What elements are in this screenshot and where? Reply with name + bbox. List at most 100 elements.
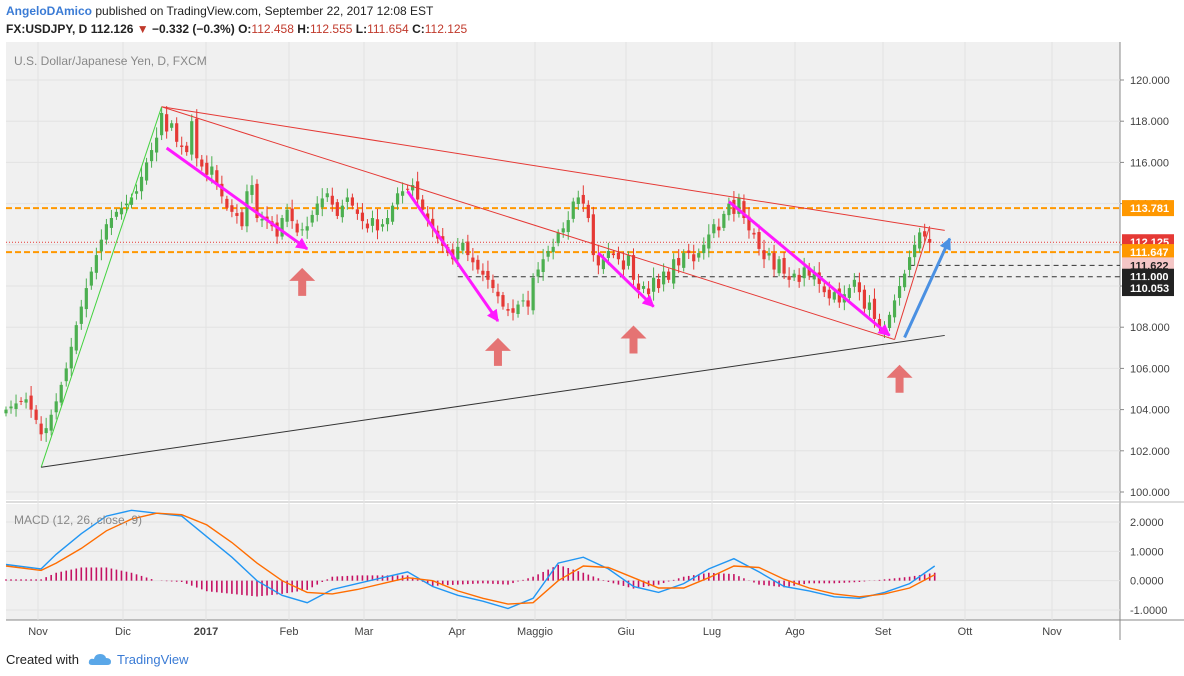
candle-body [847,288,851,298]
candle-body [576,197,580,205]
candle-body [717,226,721,231]
candle-body [802,267,806,279]
candle-body [421,199,425,210]
candle-body [250,185,254,195]
x-tick-label: Set [875,626,892,638]
x-tick-label: Mar [355,626,374,638]
y-tick-label: 118.000 [1130,116,1169,128]
candle-body [235,213,239,216]
candle-body [89,271,93,286]
last-price: 112.126 [90,22,134,36]
candle-body [74,325,78,351]
candle-body [139,176,144,192]
candle-body [59,384,63,403]
candle-body [712,224,716,234]
candle-body [767,253,771,256]
macd-y-tick-label: 2.0000 [1130,517,1164,529]
candle-body [14,403,18,409]
candle-body [551,246,555,253]
candle-body [697,253,701,258]
candle-body [591,214,595,256]
chart-header: AngeloDAmico published on TradingView.co… [0,0,1184,40]
candle-body [104,224,108,240]
candle-body [667,271,671,280]
candle-body [54,401,58,413]
candle-body [586,204,590,219]
candle-body [606,250,610,258]
candle-body [476,259,480,270]
footer: Created with TradingView [0,644,1184,676]
candle-body [928,239,932,243]
candle-body [867,302,872,310]
candle-body [165,114,169,132]
candle-body [34,409,38,420]
price-chart-title: U.S. Dollar/Japanese Yen, D, FXCM [14,54,207,68]
x-tick-label: Nov [1042,626,1062,638]
candle-body [69,346,73,369]
symbol-label[interactable]: FX:USDJPY, D [6,22,87,36]
candle-body [496,291,500,297]
candle-body [380,224,385,227]
candle-body [200,159,204,167]
candle-body [561,228,565,233]
candle-body [631,255,636,280]
macd-title: MACD (12, 26, close, 9) [14,513,142,527]
candle-body [762,250,766,260]
created-with-text: Created with [6,652,79,667]
candle-body [797,274,801,282]
close-value: 112.125 [424,22,468,36]
candle-body [149,150,154,162]
candle-body [646,288,651,295]
candle-body [521,300,525,302]
candle-body [556,232,560,244]
tradingview-link[interactable]: TradingView [117,652,189,667]
candle-body [230,205,234,212]
candle-body [662,271,666,285]
candle-body [180,145,184,147]
candle-body [887,314,892,329]
y-tick-label: 100.000 [1130,487,1170,499]
candle-body [144,162,149,181]
macd-y-tick-label: 0.0000 [1130,576,1164,588]
low-value: 111.654 [367,22,409,36]
chart-area[interactable]: 120.000118.000116.000114.000112.000110.0… [0,40,1184,644]
candle-body [486,270,490,280]
candle-body [672,259,676,284]
published-info: published on TradingView.com, September … [95,4,434,18]
candle-body [657,278,661,289]
candle-body [872,298,877,319]
candle-body [260,219,264,221]
author-link[interactable]: AngeloDAmico [6,4,92,18]
candle-body [611,253,616,256]
triangle-down-icon: ▼ [136,22,149,36]
candle-body [44,428,48,434]
candle-body [355,209,359,214]
x-tick-label: Feb [280,626,299,638]
candle-body [541,259,545,272]
candle-body [24,399,28,403]
candle-body [923,231,927,237]
candle-body [350,197,354,206]
x-tick-label: Nov [28,626,48,638]
candle-body [908,257,912,270]
candle-body [827,289,831,299]
candle-body [566,220,570,233]
candle-body [340,205,344,218]
candle-body [782,257,786,274]
candle-body [99,239,103,252]
high-value: 112.555 [309,22,353,36]
candle-body [481,270,485,275]
candle-body [687,250,691,254]
candle-body [325,193,329,198]
macd-y-tick-label: -1.0000 [1130,605,1167,617]
candle-body [536,269,540,277]
candle-body [64,368,68,382]
candle-body [526,300,530,307]
candle-body [511,308,515,313]
candle-body [175,123,179,142]
candle-body [752,232,756,235]
candle-body [852,279,856,287]
y-tick-label: 116.000 [1130,157,1169,169]
candle-body [94,255,98,273]
x-tick-label: Dic [115,626,131,638]
